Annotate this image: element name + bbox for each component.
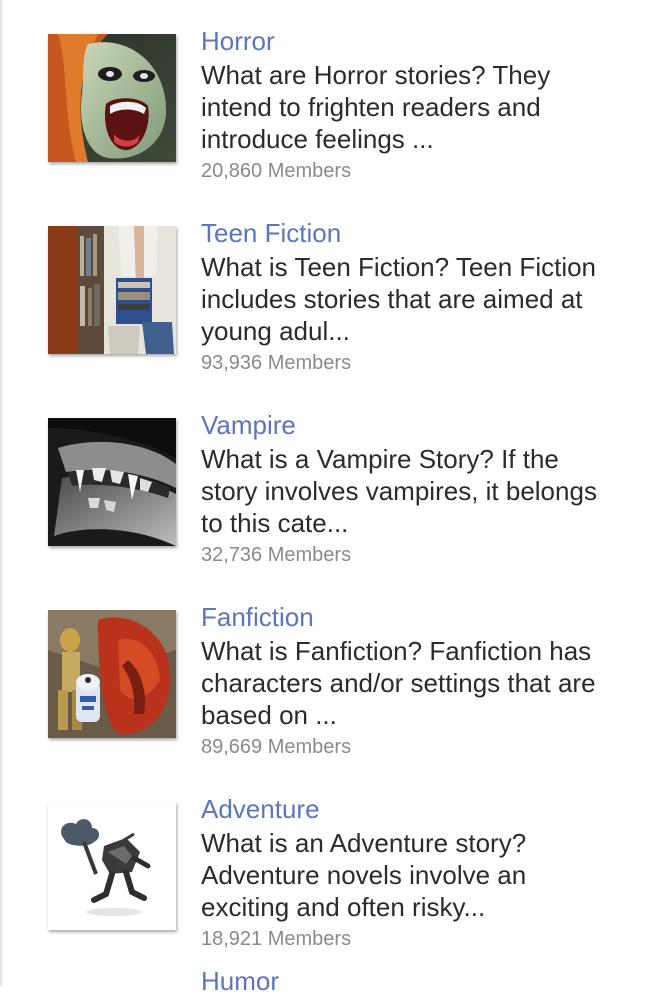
member-count: 18,921 Members — [201, 928, 352, 950]
category-title-link[interactable]: Vampire — [201, 408, 641, 442]
category-description: What is a Vampire Story? If the story in… — [201, 444, 597, 538]
category-description: What are Horror stories? They intend to … — [201, 60, 551, 154]
vampire-fangs-icon[interactable] — [48, 418, 176, 546]
robots-collage-icon[interactable] — [48, 610, 176, 738]
category-text-block: Adventure What is an Adventure story? Ad… — [201, 792, 641, 953]
screaming-face-icon[interactable] — [48, 34, 176, 162]
category-item-horror[interactable]: Horror What are Horror stories? They int… — [0, 12, 660, 204]
category-description: What is an Adventure story? Adventure no… — [201, 828, 527, 922]
category-text-block: Fanfiction What is Fanfiction? Fanfictio… — [201, 600, 641, 761]
category-item-adventure[interactable]: Adventure What is an Adventure story? Ad… — [0, 780, 660, 972]
member-count: 20,860 Members — [201, 160, 352, 182]
category-item-teen-fiction[interactable]: Teen Fiction What is Teen Fiction? Teen … — [0, 204, 660, 396]
category-title-link[interactable]: Teen Fiction — [201, 216, 641, 250]
running-knight-icon[interactable] — [48, 802, 176, 930]
category-title-link[interactable]: Horror — [201, 24, 641, 58]
category-item-fanfiction[interactable]: Fanfiction What is Fanfiction? Fanfictio… — [0, 588, 660, 780]
category-title-link[interactable]: Fanfiction — [201, 600, 641, 634]
category-description: What is Teen Fiction? Teen Fiction inclu… — [201, 252, 597, 346]
member-count: 89,669 Members — [201, 736, 352, 758]
category-title-link[interactable]: Adventure — [201, 792, 641, 826]
category-text-block: Vampire What is a Vampire Story? If the … — [201, 408, 641, 569]
next-category-title-partial[interactable]: Humor — [201, 964, 279, 998]
member-count: 32,736 Members — [201, 544, 352, 566]
member-count: 93,936 Members — [201, 352, 352, 374]
category-text-block: Teen Fiction What is Teen Fiction? Teen … — [201, 216, 641, 377]
category-description: What is Fanfiction? Fanfiction has chara… — [201, 636, 596, 730]
category-text-block: Horror What are Horror stories? They int… — [201, 24, 641, 185]
category-item-vampire[interactable]: Vampire What is a Vampire Story? If the … — [0, 396, 660, 588]
student-with-books-icon[interactable] — [48, 226, 176, 354]
